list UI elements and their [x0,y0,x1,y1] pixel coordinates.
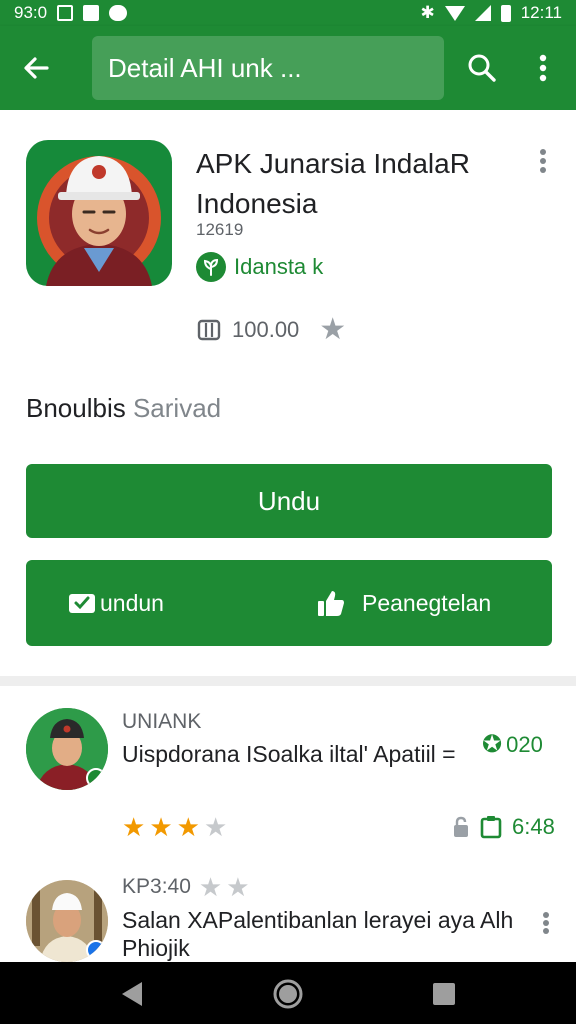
nav-home-icon[interactable] [272,978,304,1010]
app-version: 12619 [196,220,244,239]
rate-label: Peanegtelan [362,589,492,616]
rate-button[interactable]: Peanegtelan [316,560,491,646]
thumbs-up-icon [318,591,344,616]
signal-icon [474,5,491,21]
verified-badge-icon [86,940,106,960]
helpful-count[interactable]: ✪ 020 [482,730,543,759]
more-vert-icon [540,149,546,173]
leaf-icon [196,252,226,282]
more-vert-icon [539,54,547,82]
wifi-icon [444,5,465,21]
status-clock: 12:11 [520,3,562,22]
reviewer-header: KP3:40 ★ ★ [122,874,250,900]
review-meta: 6:48 [452,814,555,840]
undun-button[interactable]: undun [68,560,164,646]
battery-icon [500,4,511,22]
more-vert-icon [543,912,549,934]
status-time: 93:0 [14,3,48,22]
download-count-icon [197,319,221,340]
reviewer-name: UNIANK [122,710,202,733]
download-button[interactable]: Undu [26,464,552,538]
action-bar: undun Peanegtelan [26,560,552,646]
back-button[interactable] [18,50,54,86]
review-text: Salan XAPalentibanlan lerayei aya Alh Ph… [122,907,514,961]
chat-notification-icon [109,5,128,21]
search-button[interactable] [462,48,502,88]
review-item: UNIANK Uispdorana ISoalka iltal' Apatiil… [0,686,576,862]
app-notification-icon [83,5,100,21]
search-input[interactable]: Detail AHI unk ... [92,36,444,100]
app-card-menu-button[interactable] [532,146,554,176]
avatar[interactable] [26,880,108,962]
nav-back-icon[interactable] [118,980,146,1008]
app-title: APK Junarsia IndalaR Indonesia [196,148,470,219]
verified-badge-icon [86,768,106,788]
category-row: Bnoulbis Sarivad [26,393,221,424]
review-menu-button[interactable] [536,908,556,938]
developer-name: Idansta k [234,254,324,279]
category-label: Bnoulbis [26,393,126,423]
rating-row: 100.00 ★ [196,312,346,347]
clipboard-icon [480,816,502,839]
star-rating: ★ ★ ★ ★ [122,814,227,840]
developer-link[interactable]: Idansta k [196,252,323,282]
star-empty-icon: ★ [226,872,250,902]
undun-label: undun [100,589,164,616]
check-box-icon [69,594,95,613]
star-rating: ★ ★ [199,874,250,900]
app-bar: Detail AHI unk ... [0,26,576,110]
system-nav-bar [0,962,576,1024]
helpful-count-value: 020 [506,731,543,757]
lock-icon [454,816,468,837]
star-icon: ★ [319,313,347,346]
avatar[interactable] [26,708,108,790]
star-empty-icon: ★ [203,812,228,842]
status-right: ✱ 12:11 [420,3,562,23]
reviewer-name: KP3:40 [122,875,191,898]
gallery-notification-icon [57,5,74,21]
more-options-button[interactable] [528,48,558,88]
search-icon [468,54,496,82]
star-empty-icon: ★ [198,872,223,902]
arrow-left-icon [24,57,49,79]
review-text: Uispdorana ISoalka iltal' Apatiil = [122,741,456,767]
review-item: KP3:40 ★ ★ Salan XAPalentibanlan lerayei … [0,862,576,962]
app-icon [26,140,172,286]
review-time: 6:48 [512,814,555,839]
section-divider [0,676,576,686]
category-value: Sarivad [132,393,222,423]
status-bar: 93:0 ✱ 12:11 [0,0,576,26]
nav-recent-icon[interactable] [432,982,456,1006]
star-filled-icon: ★ [176,812,200,842]
app-info-card: APK Junarsia IndalaR Indonesia 12619 Ida… [0,110,576,676]
engineer-portrait-icon [37,156,161,286]
rating-count: 100.00 [232,316,300,342]
bluetooth-icon: ✱ [420,3,435,22]
star-outline-icon: ✪ [482,731,503,758]
star-filled-icon: ★ [122,812,146,842]
star-filled-icon: ★ [149,812,173,842]
status-left: 93:0 [14,3,128,23]
